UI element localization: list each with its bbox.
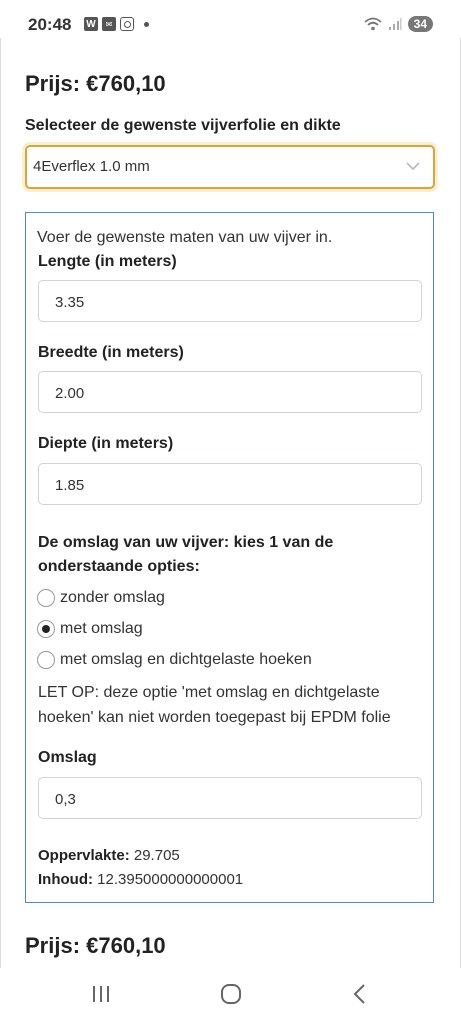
- warning-text: LET OP: deze optie 'met omslag en dichtg…: [38, 684, 391, 726]
- w-icon: W: [84, 17, 98, 31]
- signal-icon: [388, 18, 402, 30]
- length-value: 3.35: [55, 294, 85, 311]
- radio-met-omslag-dichtgelast[interactable]: [37, 651, 55, 669]
- area-value: 29.705: [133, 847, 180, 864]
- chevron-down-icon: [406, 162, 420, 171]
- status-notification-icons: W ✉: [84, 17, 149, 31]
- depth-value: 1.85: [55, 477, 85, 494]
- volume-result: Inhoud: 12.395000000000001: [38, 871, 243, 888]
- depth-label: Diepte (in meters): [38, 435, 174, 452]
- option-label: zonder omslag: [60, 589, 165, 606]
- option-zonder-omslag[interactable]: zonder omslag: [37, 589, 165, 607]
- radio-zonder-omslag[interactable]: [37, 589, 55, 607]
- recent-apps-icon[interactable]: [90, 983, 112, 1005]
- wifi-icon: [364, 17, 382, 31]
- option-met-omslag-dichtgelast[interactable]: met omslag en dichtgelaste hoeken: [37, 651, 312, 669]
- length-input[interactable]: 3.35: [38, 280, 422, 322]
- omslag-input[interactable]: 0,3: [38, 777, 422, 819]
- navigation-bar: [0, 968, 461, 1024]
- panel-intro: Voer de gewenste maten van uw vijver in.: [37, 229, 333, 246]
- page-border-left: [0, 38, 1, 968]
- volume-value: 12.395000000000001: [97, 871, 244, 888]
- area-label: Oppervlakte:: [38, 847, 130, 864]
- omslag-value: 0,3: [55, 791, 76, 808]
- back-icon[interactable]: [350, 983, 370, 1005]
- select-value: 4Everflex 1.0 mm: [33, 158, 150, 175]
- depth-input[interactable]: 1.85: [38, 463, 422, 505]
- option-met-omslag[interactable]: met omslag: [37, 620, 143, 638]
- msg-icon: ✉: [102, 17, 116, 31]
- width-input[interactable]: 2.00: [38, 371, 422, 413]
- volume-label: Inhoud:: [38, 871, 93, 888]
- select-label: Selecteer de gewenste vijverfolie en dik…: [25, 117, 341, 134]
- radio-met-omslag[interactable]: [37, 620, 55, 638]
- area-result: Oppervlakte: 29.705: [38, 847, 180, 864]
- option-label: met omslag en dichtgelaste hoeken: [60, 651, 312, 668]
- battery-indicator: 34: [407, 16, 433, 32]
- status-system-icons: 34: [364, 16, 433, 32]
- price-top: Prijs: €760,10: [25, 71, 166, 96]
- omslag-question: De omslag van uw vijver: kies 1 van de o…: [38, 534, 334, 575]
- status-bar: 20:48 W ✉ 34: [0, 0, 461, 50]
- option-label: met omslag: [60, 620, 143, 637]
- width-label: Breedte (in meters): [38, 344, 184, 361]
- status-time: 20:48: [28, 15, 72, 34]
- foil-select[interactable]: 4Everflex 1.0 mm: [25, 145, 435, 189]
- price-bottom: Prijs: €760,10: [25, 933, 166, 958]
- instagram-icon: [120, 17, 134, 31]
- width-value: 2.00: [55, 385, 85, 402]
- omslag-label: Omslag: [38, 749, 97, 766]
- home-icon[interactable]: [219, 983, 243, 1005]
- more-notifications-dot-icon: [144, 21, 149, 27]
- length-label: Lengte (in meters): [38, 253, 177, 270]
